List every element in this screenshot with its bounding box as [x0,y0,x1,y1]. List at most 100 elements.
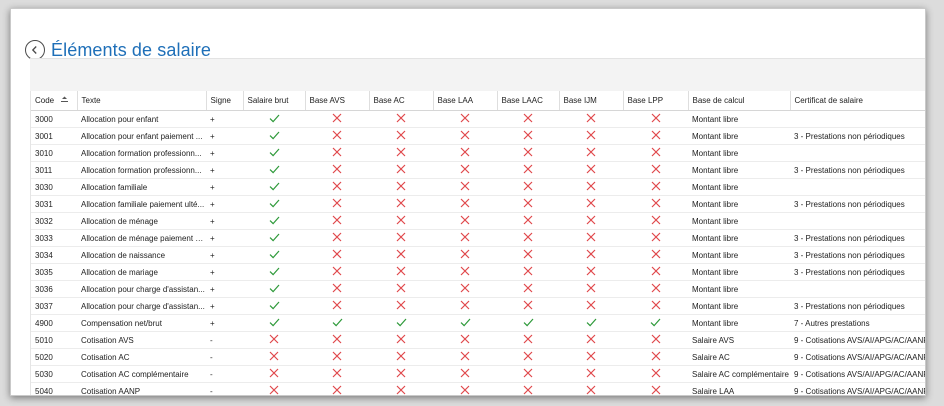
cross-icon [433,212,497,230]
table-row[interactable]: 3033 Allocation de ménage paiement u... + M… [31,229,925,247]
cross-icon [497,229,559,247]
cross-icon [369,365,433,383]
column-header-texte[interactable]: Texte [77,91,207,111]
cell-code: 3037 [31,297,77,315]
cross-icon [497,212,559,230]
cross-icon [305,280,369,298]
cross-icon [369,178,433,196]
cell-base-de-calcul: Montant libre [688,314,790,332]
table-row[interactable]: 3036 Allocation pour charge d'assistan...… [31,280,925,298]
back-arrow-icon[interactable] [25,40,45,60]
cell-certificat: 9 - Cotisations AVS/AI/APG/AC/AANP [790,348,925,366]
cross-icon [497,127,559,145]
cross-icon [305,195,369,213]
table-row[interactable]: 3035 Allocation de mariage + Montant libre 3… [31,263,925,281]
column-header-certificat-de-salaire[interactable]: Certificat de salaire [790,91,925,111]
cross-icon [433,229,497,247]
cross-icon [305,382,369,395]
cross-icon [369,297,433,315]
column-header-base-de-calcul[interactable]: Base de calcul [688,91,791,111]
cell-signe: + [206,110,243,128]
check-icon [623,314,688,332]
column-header-signe[interactable]: Signe [206,91,244,111]
cell-code: 3035 [31,263,77,281]
column-header-base-laa[interactable]: Base LAA [433,91,498,111]
check-icon [243,195,305,213]
table-row[interactable]: 5040 Cotisation AANP - Salaire LAA 9 - Cotis… [31,382,925,395]
check-icon [243,280,305,298]
cross-icon [369,246,433,264]
column-header-label: Base LPP [627,96,664,105]
column-header-label: Code [35,95,55,105]
cross-icon [623,246,688,264]
cross-icon [433,127,497,145]
table-row[interactable]: 3032 Allocation de ménage + Montant libre [31,212,925,230]
cross-icon [623,348,688,366]
table-row[interactable]: 3000 Allocation pour enfant + Montant libre [31,110,925,128]
column-header-salaire-brut[interactable]: Salaire brut [243,91,306,111]
cross-icon [305,348,369,366]
cross-icon [623,229,688,247]
cell-signe: + [206,297,243,315]
cell-code: 5040 [31,382,77,395]
cell-texte: Cotisation AANP [77,382,206,395]
column-header-base-lpp[interactable]: Base LPP [623,91,689,111]
cross-icon [433,178,497,196]
check-icon [497,314,559,332]
cross-icon [433,263,497,281]
cell-texte: Cotisation AVS [77,331,206,349]
table-row[interactable]: 3011 Allocation formation professionn... +… [31,161,925,179]
cross-icon [497,178,559,196]
cross-icon [497,331,559,349]
cross-icon [243,382,305,395]
cross-icon [433,382,497,395]
cross-icon [497,161,559,179]
cross-icon [305,263,369,281]
cross-icon [559,161,623,179]
column-header-label: Base LAAC [501,96,543,105]
table-row[interactable]: 3037 Allocation pour charge d'assistan...… [31,297,925,315]
cross-icon [305,178,369,196]
salary-items-table: Code Texte Signe Salaire brut Base AVS Base A… [31,91,925,395]
column-header-base-ijm[interactable]: Base IJM [559,91,624,111]
cell-signe: + [206,127,243,145]
column-header-base-laac[interactable]: Base LAAC [497,91,560,111]
cell-certificat: 7 - Autres prestations [790,314,925,332]
table-row[interactable]: 5020 Cotisation AC - Salaire AC 9 - Cotisati… [31,348,925,366]
table-row[interactable]: 5030 Cotisation AC complémentaire - Salaire… [31,365,925,383]
cross-icon [305,246,369,264]
cross-icon [433,195,497,213]
column-header-base-ac[interactable]: Base AC [369,91,434,111]
cell-certificat: 9 - Cotisations AVS/AI/APG/AC/AANP [790,365,925,383]
table-row[interactable]: 3030 Allocation familiale + Montant libre [31,178,925,196]
column-header-code[interactable]: Code [31,91,78,111]
table-row[interactable]: 4900 Compensation net/brut + Montant libre 7… [31,314,925,332]
sort-icon[interactable] [60,96,69,105]
cross-icon [623,127,688,145]
cross-icon [369,212,433,230]
cross-icon [305,365,369,383]
column-header-label: Base AC [373,96,405,105]
cross-icon [623,297,688,315]
cell-signe: + [206,263,243,281]
cross-icon [433,348,497,366]
column-header-base-avs[interactable]: Base AVS [305,91,370,111]
data-grid: Code Texte Signe Salaire brut Base AVS Base A… [30,91,925,395]
cross-icon [497,297,559,315]
cell-code: 3010 [31,144,77,162]
cell-code: 3031 [31,195,77,213]
cross-icon [305,127,369,145]
cell-code: 3032 [31,212,77,230]
table-header-row: Code Texte Signe Salaire brut Base AVS Base A… [31,91,925,111]
table-row[interactable]: 3031 Allocation familiale paiement ulté..… [31,195,925,213]
cell-certificat: 3 - Prestations non périodiques [790,246,925,264]
cell-base-de-calcul: Montant libre [688,178,790,196]
table-row[interactable]: 3010 Allocation formation professionn... +… [31,144,925,162]
table-row[interactable]: 3034 Allocation de naissance + Montant libr… [31,246,925,264]
table-row[interactable]: 5010 Cotisation AVS - Salaire AVS 9 - Cotisa… [31,331,925,349]
cell-base-de-calcul: Montant libre [688,144,790,162]
table-row[interactable]: 3001 Allocation pour enfant paiement ... +… [31,127,925,145]
cell-base-de-calcul: Montant libre [688,246,790,264]
cross-icon [497,382,559,395]
cross-icon [369,280,433,298]
